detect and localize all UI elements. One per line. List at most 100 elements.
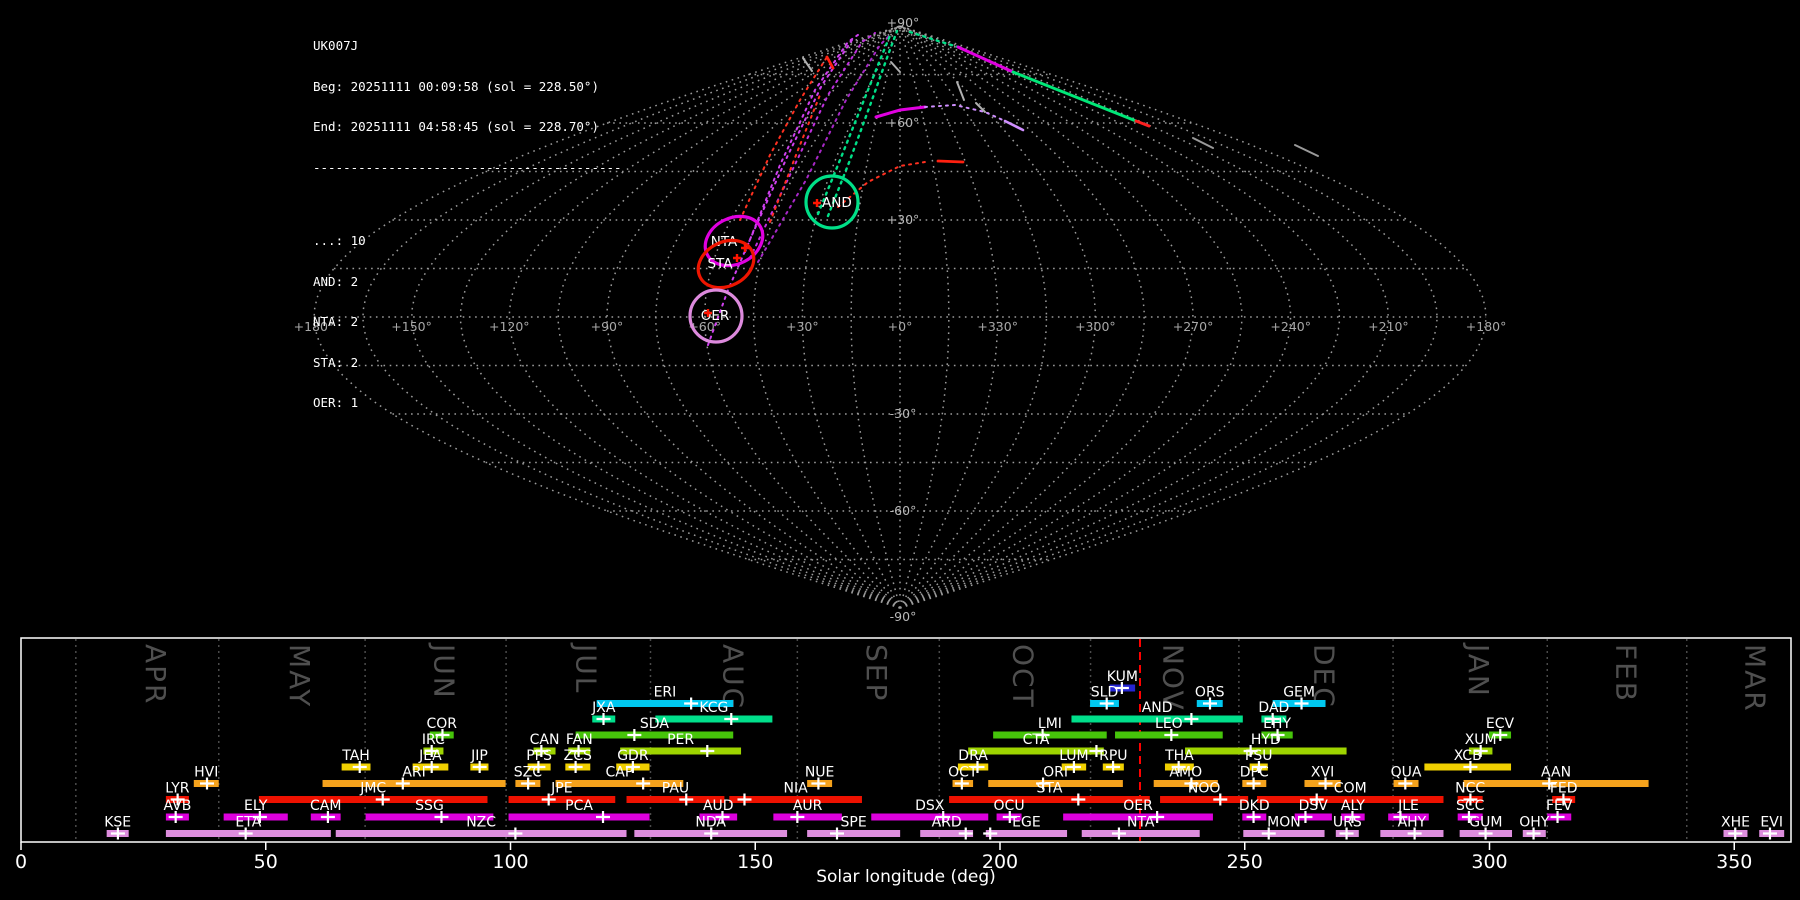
shower-label-AAN: AAN [1541,765,1571,781]
shower-label-AUD: AUD [703,798,734,814]
shower-label-ETA: ETA [235,815,261,831]
shower-peak-STA [1071,793,1086,806]
shower-label-FED: FED [1550,781,1578,797]
shower-label-ARD: ARD [932,815,962,831]
shower-bar-STA [949,796,1150,803]
shower-label-JMC: JMC [359,781,386,797]
shower-bar-JPE [508,796,616,803]
shower-bar-ARI [322,780,506,787]
shower-label-OCU: OCU [994,798,1025,814]
shower-label-SSG: SSG [415,798,444,814]
month-label-JAN: JAN [1462,642,1495,698]
shower-label-LEO: LEO [1155,716,1183,732]
month-label-SEP: SEP [860,644,893,702]
shower-label-COR: COR [426,716,457,732]
shower-label-PER: PER [667,732,694,748]
shower-label-GUM: GUM [1469,815,1502,831]
shower-label-URS: URS [1333,815,1362,831]
shower-label-ECV: ECV [1486,716,1515,732]
shower-label-DRA: DRA [958,748,988,764]
shower-label-SCC: SCC [1456,798,1485,814]
shower-label-NDA: NDA [695,815,726,831]
shower-bar-SPE [807,830,901,837]
shower-label-ZCS: ZCS [564,748,592,764]
station-id: UK007J [313,38,359,53]
shower-label-SDA: SDA [640,716,669,732]
shower-label-NTA: NTA [1127,815,1155,831]
shower-label-AUR: AUR [793,798,823,814]
shower-label-ARI: ARI [402,765,425,781]
shower-label-DSV: DSV [1299,798,1329,814]
shower-label-AND: AND [1142,700,1173,716]
shower-label-PPS: PPS [526,748,552,764]
shower-label-KSE: KSE [104,815,131,831]
shower-label-KCG: KCG [699,700,728,716]
month-label-JUL: JUL [570,642,603,694]
shower-label-LYR: LYR [165,781,189,797]
month-label-JUN: JUN [428,642,461,700]
shower-bar-NTA [1081,830,1200,837]
shower-label-STA: STA [1036,781,1062,797]
shower-peak-EGE [983,827,998,840]
shower-label-XCB: XCB [1454,748,1482,764]
shower-bar-MON [1243,830,1325,837]
shower-label-SLD: SLD [1091,685,1118,701]
session-info-block: UK007J Beg: 20251111 00:09:58 (sol = 228… [313,12,622,437]
shower-label-AHY: AHY [1398,815,1427,831]
x-axis-title: Solar longitude (deg) [816,867,996,887]
separator: ----------------------------------------… [313,159,622,175]
shower-label-XHE: XHE [1721,815,1750,831]
shower-label-CAM: CAM [310,798,341,814]
shower-peak-NZC [508,827,523,840]
shower-label-DPC: DPC [1240,765,1269,781]
shower-label-PAU: PAU [662,781,689,797]
shower-label-RPU: RPU [1099,748,1127,764]
shower-label-NZC: NZC [466,815,496,831]
shower-peak-PCA [596,811,611,823]
shower-label-NUE: NUE [805,765,835,781]
shower-label-MON: MON [1267,815,1301,831]
session-end: End: 20251111 04:58:45 (sol = 228.70°) [313,119,599,134]
shower-bar-LMI [993,731,1107,739]
shower-label-EVI: EVI [1760,815,1783,831]
shower-bar-AUR [773,813,842,821]
shower-label-NOO: NOO [1188,781,1221,797]
shower-peak-CAP [636,777,651,790]
shower-label-PCA: PCA [565,798,593,814]
shower-peak-PER [700,745,715,757]
shower-bar-KCG [655,715,773,723]
shower-label-CAN: CAN [530,732,560,748]
shower-label-FEV: FEV [1546,798,1573,814]
shower-label-CTA: CTA [1023,732,1050,748]
shower-peak-NTA [1111,827,1126,840]
shower-label-TAH: TAH [341,748,370,764]
count-sta: STA: 2 [313,354,359,370]
shower-label-JLE: JLE [1397,798,1419,814]
shower-label-PSU: PSU [1245,748,1273,764]
shower-label-THA: THA [1164,748,1194,764]
session-begin: Beg: 20251111 00:09:58 (sol = 228.50°) [313,78,599,94]
shower-peak-AND [1184,713,1199,725]
shower-label-CAP: CAP [606,765,634,781]
shower-peak-NIA [737,793,752,806]
shower-label-KUM: KUM [1107,669,1138,685]
shower-bar-NZC [335,830,627,837]
shower-label-JIP: JIP [470,748,488,764]
shower-label-ERI: ERI [654,685,677,701]
shower-label-OHY: OHY [1519,815,1550,831]
shower-bar-PCA [508,813,650,821]
shower-label-NCC: NCC [1455,781,1485,797]
shower-bar-SDA [575,731,734,739]
shower-label-ELY: ELY [244,798,268,814]
shower-label-OCT: OCT [948,765,978,781]
shower-label-QUA: QUA [1391,765,1422,781]
shower-label-EGE: EGE [1012,815,1041,831]
count-sporadic: ...: 10 [313,233,366,248]
month-label-OCT: OCT [1007,644,1040,709]
shower-label-IRC: IRC [422,732,445,748]
shower-label-HVI: HVI [194,765,218,781]
shower-bar-DSX [871,813,989,821]
month-label-MAR: MAR [1739,644,1772,713]
month-label-FEB: FEB [1609,644,1642,703]
shower-label-DAD: DAD [1258,700,1289,716]
